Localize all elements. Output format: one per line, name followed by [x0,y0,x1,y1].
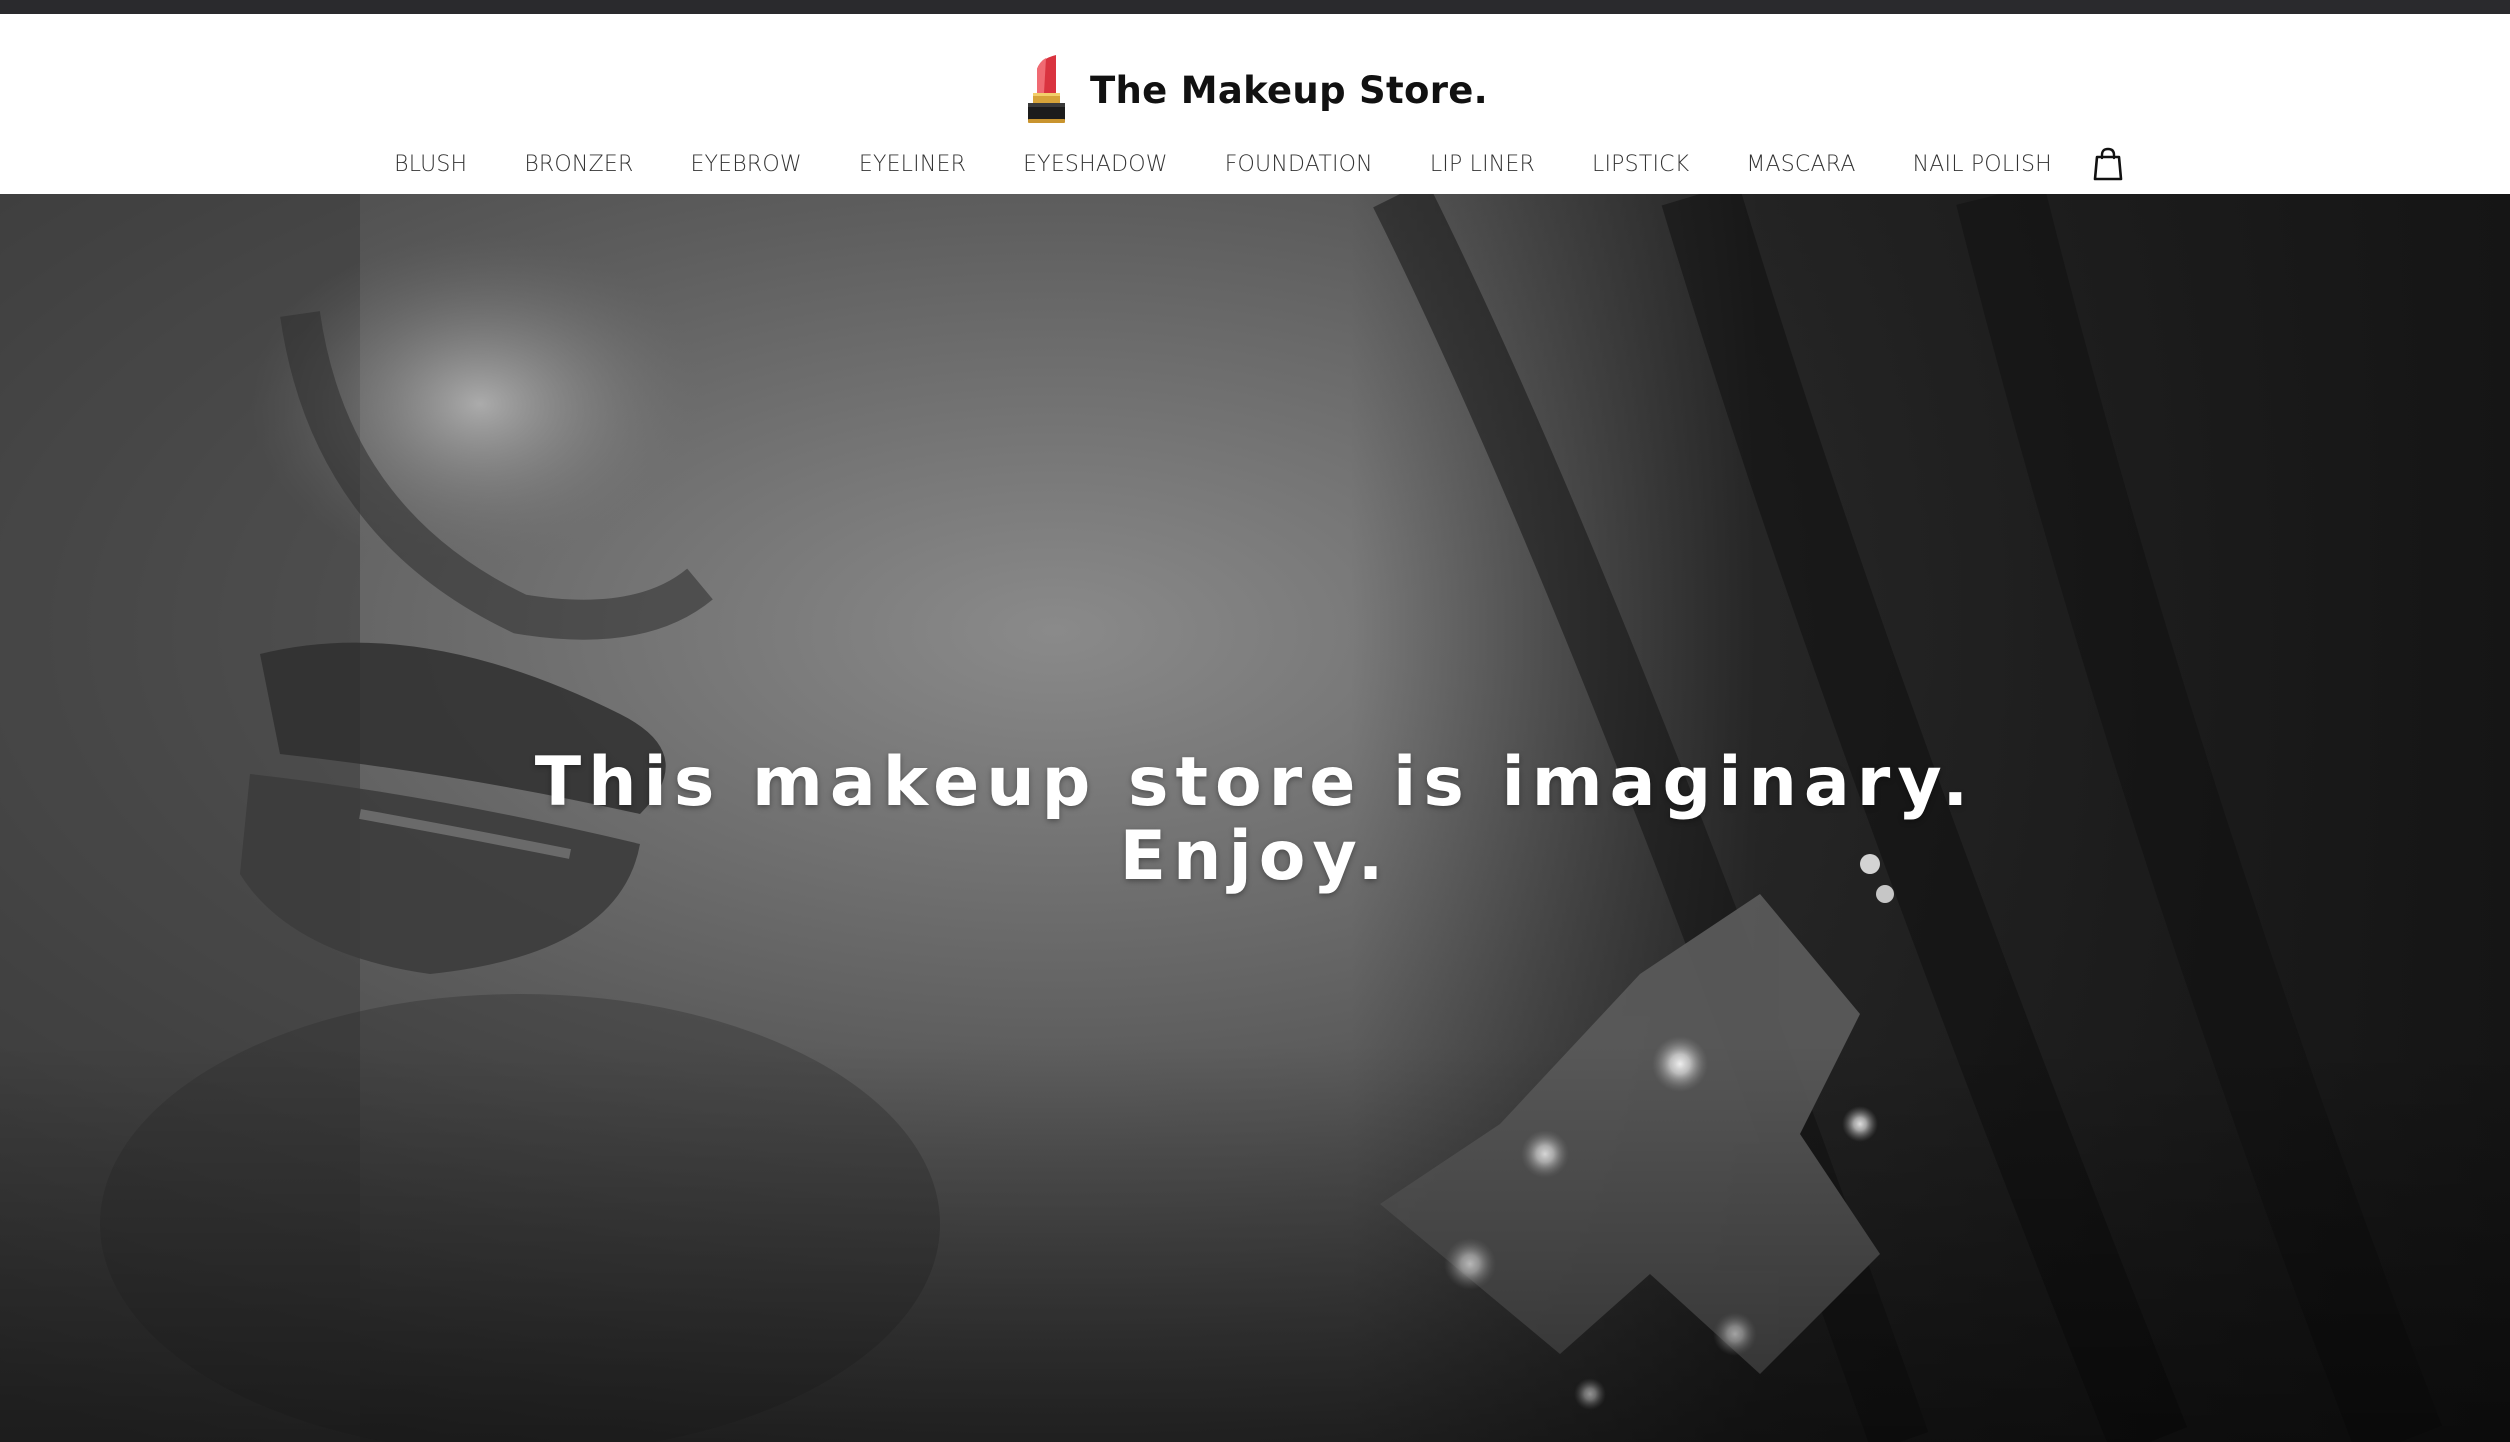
nav-items: BLUSH BRONZER EYEBROW EYELINER EYESHADOW… [384,152,2052,177]
nav-item-lipstick[interactable]: LIPSTICK [1592,152,1689,177]
hero-headline: This makeup store is imaginary. Enjoy. [0,746,2510,894]
nav-item-mascara[interactable]: MASCARA [1746,152,1855,177]
brand-name: The Makeup Store. [1089,68,1488,112]
category-nav: BLUSH BRONZER EYEBROW EYELINER EYESHADOW… [0,142,2510,186]
nav-item-eyebrow[interactable]: EYEBROW [690,152,801,177]
nav-item-bronzer[interactable]: BRONZER [524,152,633,177]
nav-item-eyeshadow[interactable]: EYESHADOW [1023,152,1168,177]
hero-line-2: Enjoy. [1119,817,1391,896]
nav-item-eyeliner[interactable]: EYELINER [859,152,966,177]
brand[interactable]: The Makeup Store. [0,42,2510,138]
hero-line-1: This makeup store is imaginary. [534,743,1976,822]
nav-item-lip-liner[interactable]: LIP LINER [1430,152,1535,177]
nav-item-blush[interactable]: BLUSH [394,152,467,177]
cart-button[interactable] [2090,145,2126,183]
top-strip [0,0,2510,14]
shopping-bag-icon [2093,147,2123,181]
nav-item-foundation[interactable]: FOUNDATION [1225,152,1373,177]
site-header: The Makeup Store. BLUSH BRONZER EYEBROW … [0,14,2510,194]
nav-item-nail-polish[interactable]: NAIL POLISH [1913,152,2052,177]
lipstick-icon [1027,55,1065,123]
hero-banner: This makeup store is imaginary. Enjoy. [0,194,2510,1442]
